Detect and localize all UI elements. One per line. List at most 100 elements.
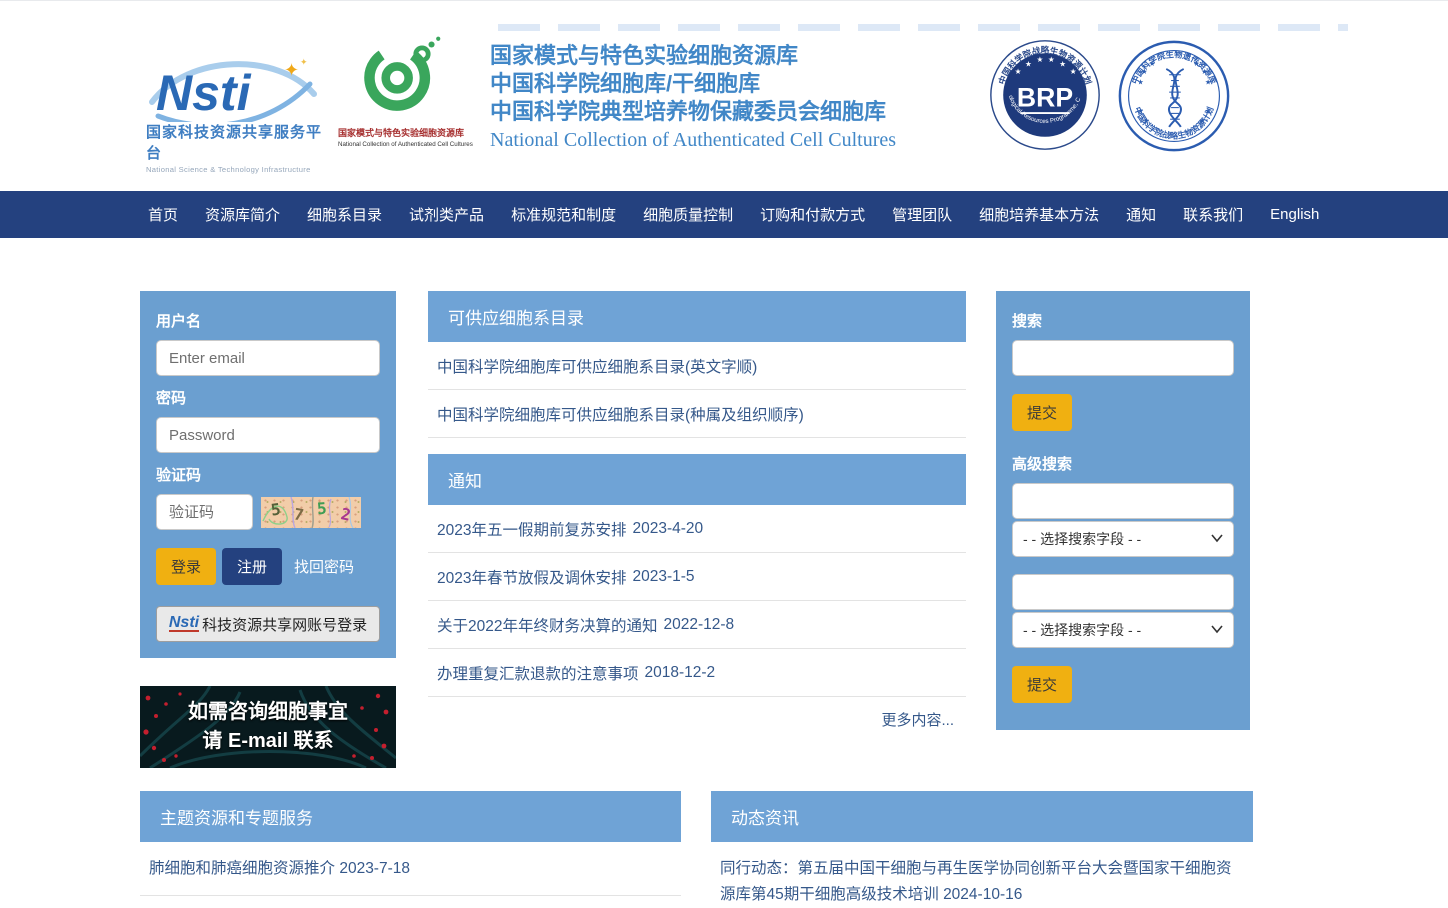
- nav-item-quality-control[interactable]: 细胞质量控制: [643, 204, 733, 225]
- nsti-platform-logo: Nsti ✦ ✦ 国家科技资源共享服务平台 National Science &…: [146, 50, 326, 174]
- advanced-search-input-2[interactable]: [1012, 574, 1234, 610]
- advanced-search-submit-button[interactable]: 提交: [1012, 666, 1072, 703]
- catalog-link-species[interactable]: 中国科学院细胞库可供应细胞系目录(种属及组织顺序): [437, 403, 804, 425]
- catalog-link-alphabetical[interactable]: 中国科学院细胞库可供应细胞系目录(英文字顺): [437, 355, 757, 377]
- list-item: 肺细胞和肺癌细胞资源推介 2023-7-18: [140, 842, 681, 896]
- login-button[interactable]: 登录: [156, 548, 216, 585]
- nav-item-standards[interactable]: 标准规范和制度: [511, 204, 616, 225]
- nsti-mini-logo-icon: Nsti: [169, 616, 199, 632]
- nav-item-home[interactable]: 首页: [148, 204, 178, 225]
- list-item: 2023年五一假期前复苏安排 2023-4-20: [428, 505, 966, 553]
- nccc-ring-icon: [358, 34, 444, 118]
- svg-text:★: ★: [1036, 55, 1043, 64]
- nav-item-english[interactable]: English: [1270, 206, 1319, 223]
- search-input[interactable]: [1012, 340, 1234, 376]
- svg-text:★: ★: [1059, 60, 1066, 69]
- news-section: 动态资讯 同行动态：第五届中国干细胞与再生医学协同创新平台大会暨国家干细胞资源库…: [711, 791, 1253, 908]
- notice-link[interactable]: 2023年春节放假及调休安排: [437, 566, 626, 588]
- brp-badge-icon: 中国科学院战略生物资源计划 ★★★ ★★★ BRP Biological Res…: [988, 38, 1102, 152]
- password-input[interactable]: [156, 417, 380, 453]
- nav-item-intro[interactable]: 资源库简介: [205, 204, 280, 225]
- svg-text:★: ★: [1199, 116, 1206, 125]
- nav-item-ordering-payment[interactable]: 订购和付款方式: [760, 204, 865, 225]
- catalog-section-header: 可供应细胞系目录: [428, 291, 966, 342]
- login-panel: 用户名 密码 验证码 5 7: [140, 291, 396, 658]
- dna-badge-icon: 中国科学院生物遗传资源库 中国科学院战略生物资源计划 ★★★ ★★★ ★★ ★★: [1116, 38, 1232, 154]
- search-label: 搜索: [1012, 310, 1234, 331]
- brp-badge: 中国科学院战略生物资源计划 ★★★ ★★★ BRP Biological Res…: [988, 38, 1102, 157]
- nsti-logo-en: National Science & Technology Infrastruc…: [146, 165, 326, 174]
- svg-text:BRP: BRP: [1017, 82, 1073, 112]
- svg-text:★: ★: [1201, 67, 1208, 76]
- nsti-logo-cn: 国家科技资源共享服务平台: [146, 121, 326, 163]
- captcha-input[interactable]: [156, 494, 253, 530]
- nsti-account-login-button[interactable]: Nsti 科技资源共享网账号登录: [156, 606, 380, 642]
- genetic-resources-badge: 中国科学院生物遗传资源库 中国科学院战略生物资源计划 ★★★ ★★★ ★★ ★★: [1116, 38, 1232, 159]
- site-title-line3: 中国科学院典型培养物保藏委员会细胞库: [490, 98, 896, 126]
- notice-link[interactable]: 关于2022年年终财务决算的通知: [437, 614, 657, 636]
- list-item: 2023年春节放假及调休安排 2023-1-5: [428, 553, 966, 601]
- nccc-logo-cn: 国家模式与特色实验细胞资源库: [338, 126, 464, 139]
- forgot-password-link[interactable]: 找回密码: [294, 556, 354, 577]
- captcha-image[interactable]: 5 7 5 2: [261, 497, 361, 528]
- nav-item-reagents[interactable]: 试剂类产品: [409, 204, 484, 225]
- username-label: 用户名: [156, 310, 380, 331]
- middle-column: 可供应细胞系目录 中国科学院细胞库可供应细胞系目录(英文字顺) 中国科学院细胞库…: [428, 291, 966, 741]
- list-item: 关于2022年年终财务决算的通知 2022-12-8: [428, 601, 966, 649]
- svg-text:✦: ✦: [300, 57, 308, 67]
- svg-text:★: ★: [1143, 116, 1150, 125]
- topics-section: 主题资源和专题服务 肺细胞和肺癌细胞资源推介 2023-7-18: [140, 791, 681, 896]
- more-content-link[interactable]: 更多内容...: [881, 709, 954, 730]
- svg-text:★: ★: [1137, 106, 1144, 115]
- nccc-logo-en: National Collection of Authenticated Cel…: [338, 141, 464, 148]
- svg-text:★: ★: [1015, 67, 1022, 76]
- notice-date: 2018-12-2: [645, 664, 716, 682]
- list-item: 中国科学院细胞库可供应细胞系目录(种属及组织顺序): [428, 390, 966, 438]
- news-title: 动态资讯: [731, 804, 799, 829]
- top-divider: [0, 0, 1448, 1]
- nav-item-culture-methods[interactable]: 细胞培养基本方法: [979, 204, 1099, 225]
- topic-date: 2023-7-18: [339, 860, 410, 877]
- nav-item-team[interactable]: 管理团队: [892, 204, 952, 225]
- advanced-search-label: 高级搜索: [1012, 453, 1234, 474]
- notice-title: 通知: [448, 467, 482, 492]
- notice-date: 2023-1-5: [632, 568, 694, 586]
- notice-section-header: 通知: [428, 454, 966, 505]
- advanced-search-field-select-2[interactable]: - - 选择搜索字段 - -: [1012, 612, 1234, 648]
- captcha-digit: 5: [316, 498, 327, 518]
- svg-text:Nsti: Nsti: [156, 65, 252, 121]
- list-item: 中国科学院细胞库可供应细胞系目录(英文字顺): [428, 342, 966, 390]
- nav-item-cell-lines[interactable]: 细胞系目录: [307, 204, 382, 225]
- cutoff-heading-fragment: [498, 24, 1348, 31]
- nccc-logo: 国家模式与特色实验细胞资源库 National Collection of Au…: [338, 34, 464, 148]
- topic-link[interactable]: 肺细胞和肺癌细胞资源推介: [149, 860, 335, 877]
- username-input[interactable]: [156, 340, 380, 376]
- topics-title: 主题资源和专题服务: [160, 804, 313, 829]
- svg-text:✦: ✦: [284, 60, 299, 80]
- notice-link[interactable]: 2023年五一假期前复苏安排: [437, 518, 626, 540]
- advanced-search-field-select-1[interactable]: - - 选择搜索字段 - -: [1012, 521, 1234, 557]
- password-label: 密码: [156, 387, 380, 408]
- nsti-wordmark-icon: Nsti ✦ ✦: [146, 50, 324, 122]
- register-button[interactable]: 注册: [222, 548, 282, 585]
- list-item: 同行动态：第五届中国干细胞与再生医学协同创新平台大会暨国家干细胞资源库第45期干…: [711, 842, 1253, 908]
- banner-line2: 请 E-mail 联系: [202, 727, 333, 756]
- notice-date: 2023-4-20: [632, 520, 703, 538]
- nsti-login-label: 科技资源共享网账号登录: [202, 614, 367, 635]
- catalog-title: 可供应细胞系目录: [448, 304, 584, 329]
- search-submit-button[interactable]: 提交: [1012, 394, 1072, 431]
- email-contact-banner[interactable]: 如需咨询细胞事宜 请 E-mail 联系: [140, 686, 396, 768]
- svg-text:★: ★: [1205, 106, 1212, 115]
- banner-line1: 如需咨询细胞事宜: [188, 698, 348, 727]
- search-panel: 搜索 提交 高级搜索 - - 选择搜索字段 - - - - 选择搜索字段 - -: [996, 291, 1250, 730]
- page: Nsti ✦ ✦ 国家科技资源共享服务平台 National Science &…: [0, 0, 1448, 908]
- nav-item-contact[interactable]: 联系我们: [1183, 204, 1243, 225]
- svg-text:★: ★: [1070, 67, 1077, 76]
- news-date: 2024-10-16: [943, 886, 1022, 903]
- nav-item-notice[interactable]: 通知: [1126, 204, 1156, 225]
- notice-link[interactable]: 办理重复汇款退款的注意事项: [437, 662, 639, 684]
- advanced-search-input-1[interactable]: [1012, 483, 1234, 519]
- svg-text:★: ★: [1025, 60, 1032, 69]
- svg-text:★: ★: [1205, 77, 1212, 86]
- svg-text:★: ★: [1149, 59, 1156, 68]
